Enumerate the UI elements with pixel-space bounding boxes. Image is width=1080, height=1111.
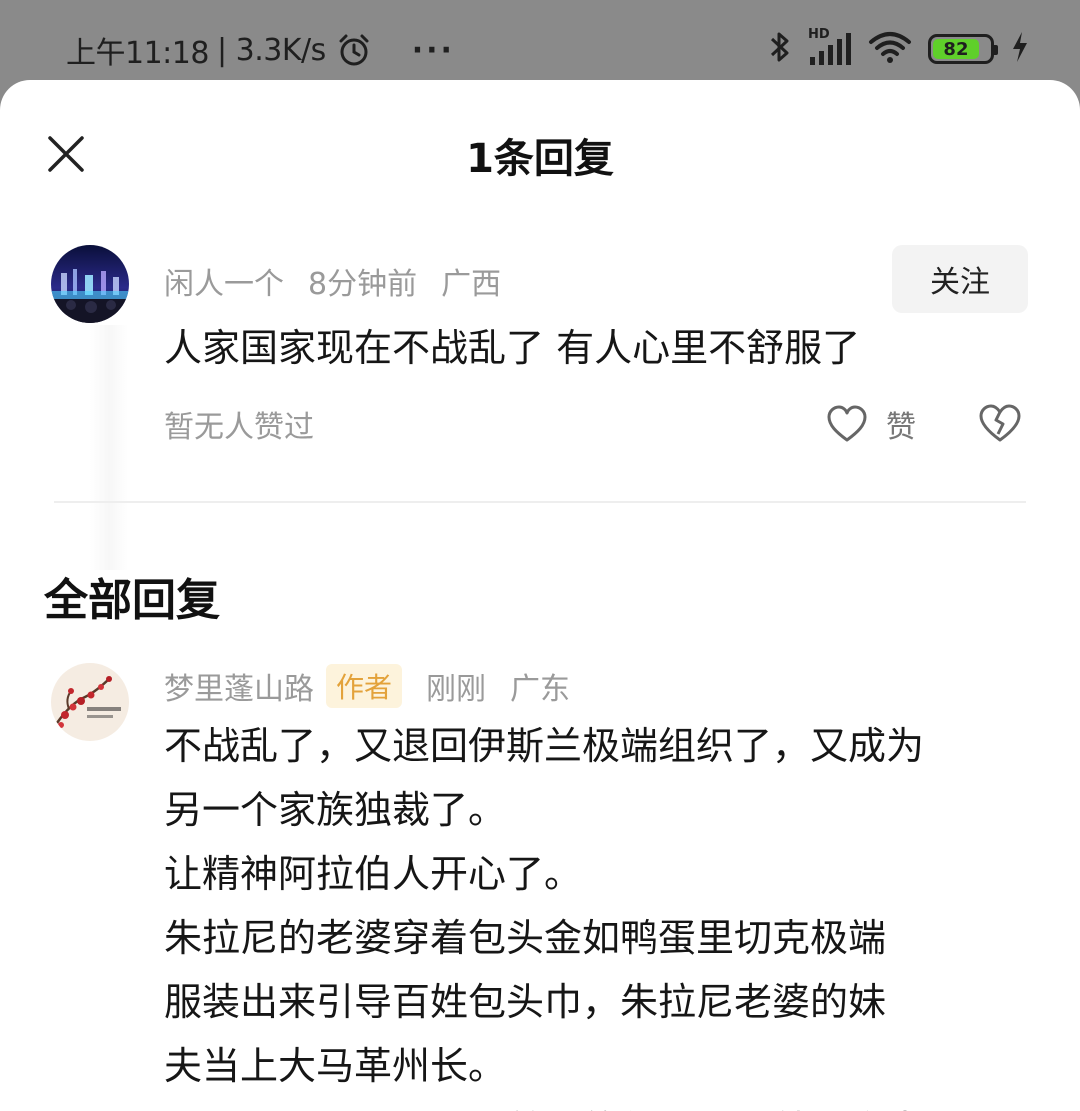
sheet-title: 1条回复 xyxy=(466,136,614,182)
network-speed: | 3.3K/s xyxy=(216,32,326,68)
reply-line: 另一个家族独裁了。 xyxy=(164,788,507,832)
author-badge: 作者 xyxy=(326,664,403,708)
parent-location: 广西 xyxy=(441,267,502,302)
status-time: 上午11:18 xyxy=(66,36,209,71)
divider xyxy=(54,501,1026,503)
likes-status: 暂无人赞过 xyxy=(164,410,314,445)
parent-username[interactable]: 闲人一个 xyxy=(164,259,284,303)
parent-meta: 闲人一个 8分钟前 广西 xyxy=(164,260,525,302)
reply-line: 朱拉尼的老婆穿着包头金如鸭蛋里切克极端 xyxy=(164,916,887,960)
reply-meta: 梦里蓬山路 作者 刚刚 广东 xyxy=(164,664,594,708)
all-replies-title: 全部回复 xyxy=(44,575,220,626)
reply-line: 不战乱了，又退回伊斯兰极端组织了，又成为 xyxy=(164,724,925,768)
broken-heart-icon xyxy=(979,404,1021,442)
follow-button[interactable]: 关注 xyxy=(892,245,1028,313)
bluetooth-icon xyxy=(768,29,792,69)
reply-sheet: 1条回复 闲人一个 8分钟前 广西 关注 人家国家现在不战乱了 有人心里不舒服了… xyxy=(0,80,1080,1111)
like-button[interactable]: 赞 xyxy=(826,402,916,446)
parent-time: 8分钟前 xyxy=(308,267,418,302)
battery-tip xyxy=(994,45,998,55)
reply-line: 服装出来引导百姓包头巾，朱拉尼老婆的妹 xyxy=(164,980,887,1024)
reply-avatar[interactable] xyxy=(51,663,129,741)
reply-text: 不战乱了，又退回伊斯兰极端组织了，又成为 另一个家族独裁了。 让精神阿拉伯人开心… xyxy=(164,714,924,1111)
alarm-icon xyxy=(336,32,372,68)
reply-line: 让精神阿拉伯人开心了。 xyxy=(164,852,583,896)
cellular-signal-icon: HD xyxy=(808,27,852,67)
parent-comment-text: 人家国家现在不战乱了 有人心里不舒服了 xyxy=(164,326,861,370)
reply-username[interactable]: 梦里蓬山路 xyxy=(164,664,314,708)
reply-time: 刚刚 xyxy=(426,672,487,707)
parent-avatar[interactable] xyxy=(51,245,129,323)
heart-icon xyxy=(827,405,867,442)
reply-line: 你不是深山，你不是首世的伊克，你就不会去 xyxy=(164,1098,924,1111)
reply-location: 广东 xyxy=(510,672,571,707)
thread-line xyxy=(90,325,128,570)
status-right: HD 82 xyxy=(768,26,1030,72)
dislike-button[interactable] xyxy=(978,402,1022,448)
status-left: 上午11:18 | 3.3K/s ··· xyxy=(66,28,455,72)
more-notifications-icon: ··· xyxy=(411,32,455,68)
reply-line: 夫当上大马革州长。 xyxy=(164,1044,507,1088)
status-bar: 上午11:18 | 3.3K/s ··· HD 82 xyxy=(0,0,1080,80)
battery-icon: 82 xyxy=(928,34,998,64)
battery-level: 82 xyxy=(933,39,979,60)
wifi-icon xyxy=(868,29,912,69)
like-label: 赞 xyxy=(886,410,916,445)
charging-icon xyxy=(1010,30,1030,68)
